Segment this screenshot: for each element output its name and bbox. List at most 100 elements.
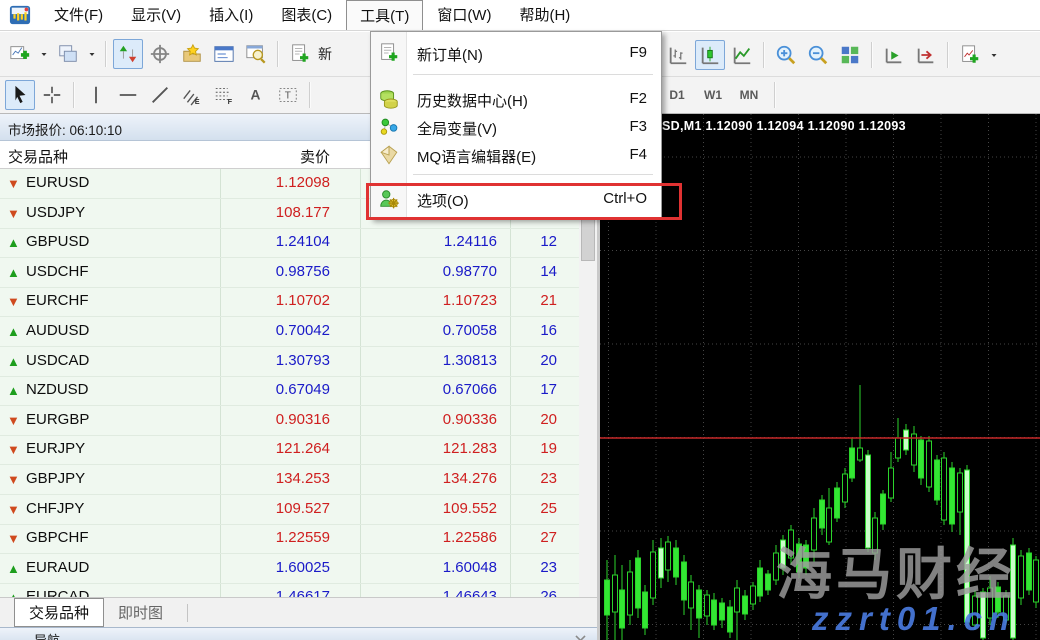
global-variables-icon — [378, 116, 400, 138]
equidistant-channel-button[interactable]: E — [177, 80, 207, 110]
menubar-item-open[interactable]: 工具(T) — [346, 0, 423, 30]
spread-value: 23 — [540, 470, 557, 487]
app-logo-icon — [8, 4, 32, 26]
candle — [935, 460, 940, 500]
quote-row-gbpusd[interactable]: ▲GBPUSD1.241041.2411612 — [0, 228, 579, 258]
quote-table: ▼EURUSD1.12098▼USDJPY108.177▲GBPUSD1.241… — [0, 169, 579, 597]
cursor-button[interactable] — [5, 80, 35, 110]
tile-windows-button[interactable] — [835, 40, 865, 70]
candle-chart-button[interactable] — [695, 40, 725, 70]
fibonacci-button[interactable]: F — [209, 80, 239, 110]
line-chart-icon — [731, 44, 753, 66]
up-arrow-icon: ▲ — [7, 590, 20, 597]
caret-down-button[interactable] — [37, 39, 51, 69]
text-button[interactable]: A — [241, 80, 271, 110]
menubar-item[interactable]: 显示(V) — [117, 0, 195, 30]
candle — [666, 542, 671, 570]
quote-row-gbpchf[interactable]: ▼GBPCHF1.225591.2258627 — [0, 524, 579, 554]
quote-row-audusd[interactable]: ▲AUDUSD0.700420.7005816 — [0, 317, 579, 347]
menu-item-metaeditor[interactable]: MQ语言编辑器(E)F4 — [371, 140, 661, 170]
bid-price: 1.60025 — [276, 559, 330, 576]
line-chart-button[interactable] — [727, 40, 757, 70]
menubar-item[interactable]: 插入(I) — [195, 0, 267, 30]
zoom-out-button[interactable] — [803, 40, 833, 70]
data-window-icon — [149, 43, 171, 65]
timeframe-button-mn[interactable]: MN — [734, 83, 764, 107]
zoom-in-button[interactable] — [771, 40, 801, 70]
trend-line-button[interactable] — [145, 80, 175, 110]
menu-item-new-order[interactable]: 新订单(N)F9 — [371, 38, 661, 68]
market-watch-button[interactable] — [113, 39, 143, 69]
spread-value: 16 — [540, 322, 557, 339]
candle — [735, 588, 740, 612]
candle — [751, 586, 756, 604]
quote-row-usdchf[interactable]: ▲USDCHF0.987560.9877014 — [0, 258, 579, 288]
cursor-icon — [9, 84, 31, 106]
candle — [620, 590, 625, 628]
new-order-button[interactable] — [285, 39, 315, 69]
caret-down-button[interactable] — [85, 39, 99, 69]
menubar-item[interactable]: 帮助(H) — [505, 0, 584, 30]
menubar-item[interactable]: 图表(C) — [267, 0, 346, 30]
bar-chart-icon — [667, 44, 689, 66]
column-header-bid[interactable]: 卖价 — [300, 146, 330, 167]
crosshair-button[interactable] — [37, 80, 67, 110]
menu-item-history-center[interactable]: 历史数据中心(H)F2 — [371, 84, 661, 114]
strategy-tester-button[interactable] — [241, 39, 271, 69]
up-arrow-icon: ▲ — [7, 324, 20, 339]
candle — [605, 580, 610, 615]
menubar-item[interactable]: 文件(F) — [40, 0, 117, 30]
timeframe-button-d1[interactable]: D1 — [662, 83, 692, 107]
quote-row-usdcad[interactable]: ▲USDCAD1.307931.3081320 — [0, 347, 579, 377]
terminal-button[interactable] — [209, 39, 239, 69]
new-order-partial-label[interactable]: 新 — [318, 44, 332, 64]
candle — [850, 448, 855, 478]
symbol-name: USDJPY — [26, 204, 85, 221]
spread-value: 27 — [540, 529, 557, 546]
navigator-button[interactable] — [177, 39, 207, 69]
market-watch-scrollbar[interactable] — [579, 169, 597, 597]
bar-chart-button[interactable] — [663, 40, 693, 70]
text-label-button[interactable]: T — [273, 80, 303, 110]
menubar-item[interactable]: 窗口(W) — [423, 0, 505, 30]
candle — [720, 603, 725, 620]
symbol-name: EURUSD — [26, 174, 89, 191]
quote-row-gbpjpy[interactable]: ▼GBPJPY134.253134.27623 — [0, 465, 579, 495]
symbol-name: AUDUSD — [26, 322, 89, 339]
quote-row-euraud[interactable]: ▲EURAUD1.600251.6004823 — [0, 554, 579, 584]
auto-scroll-button[interactable] — [879, 40, 909, 70]
spread-value: 26 — [540, 588, 557, 597]
quote-row-eurcad[interactable]: ▲EURCAD1.466171.4664326 — [0, 583, 579, 597]
navigator-panel-header[interactable]: 导航 — [0, 627, 597, 640]
quote-row-nzdusd[interactable]: ▲NZDUSD0.670490.6706617 — [0, 376, 579, 406]
quote-row-eurchf[interactable]: ▼EURCHF1.107021.1072321 — [0, 287, 579, 317]
tab-tick-chart[interactable]: 即时图 — [104, 599, 177, 626]
column-header-symbol[interactable]: 交易品种 — [8, 146, 68, 167]
quote-row-chfjpy[interactable]: ▼CHFJPY109.527109.55225 — [0, 495, 579, 525]
menu-separator — [413, 174, 653, 175]
indicators-button[interactable] — [955, 40, 985, 70]
profiles-button[interactable] — [53, 39, 83, 69]
tab-symbols[interactable]: 交易品种 — [14, 598, 104, 627]
timeframe-button-w1[interactable]: W1 — [698, 83, 728, 107]
horizontal-line-button[interactable] — [113, 80, 143, 110]
data-window-button[interactable] — [145, 39, 175, 69]
quote-row-eurgbp[interactable]: ▼EURGBP0.903160.9033620 — [0, 406, 579, 436]
chart-toolbar-group — [662, 32, 1002, 77]
bid-price: 1.46617 — [276, 588, 330, 597]
quote-row-eurjpy[interactable]: ▼EURJPY121.264121.28319 — [0, 435, 579, 465]
chart-shift-button[interactable] — [911, 40, 941, 70]
collapse-chevron-icon[interactable] — [576, 632, 585, 640]
watermark-brand: 海马财经 — [776, 530, 1016, 611]
menu-item-global-variables[interactable]: 全局变量(V)F3 — [371, 112, 661, 142]
caret-down-button[interactable] — [987, 40, 1001, 70]
ask-price: 0.67066 — [443, 381, 497, 398]
svg-text:F: F — [228, 97, 233, 106]
new-chart-button[interactable] — [5, 39, 35, 69]
caret-down-icon — [86, 47, 98, 61]
candle — [728, 607, 733, 632]
spread-value: 20 — [540, 411, 557, 428]
vertical-line-button[interactable] — [81, 80, 111, 110]
profiles-icon — [57, 43, 79, 65]
up-arrow-icon: ▲ — [7, 265, 20, 280]
